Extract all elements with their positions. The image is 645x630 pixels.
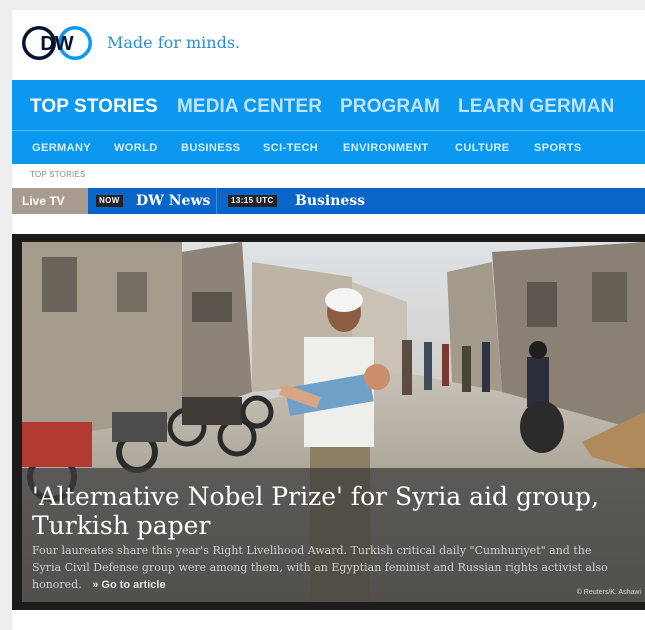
hero-teaser: Four laureates share this year's Right L… [32,542,612,594]
now-channel-link[interactable]: DW News [136,193,210,209]
next-time-badge: 13:15 UTC [228,195,277,207]
subnav-sports[interactable]: SPORTS [534,142,582,154]
subnav-germany[interactable]: GERMANY [32,142,91,154]
photo-credit: © Reuters/K. Ashawi [576,589,641,596]
breadcrumb[interactable]: TOP STORIES [30,170,86,179]
nav-program[interactable]: PROGRAM [340,96,440,118]
live-bar-divider [216,188,217,214]
dw-logo[interactable]: DW [22,22,94,64]
page: DW Made for minds. TOP STORIES MEDIA CEN… [12,10,645,630]
subnav-business[interactable]: BUSINESS [181,142,240,154]
go-to-article-link[interactable]: » Go to article [92,579,165,591]
main-nav: TOP STORIES MEDIA CENTER PROGRAM LEARN G… [12,80,645,130]
live-tv-button[interactable]: Live TV [12,188,88,214]
hero-headline[interactable]: 'Alternative Nobel Prize' for Syria aid … [32,482,632,540]
subnav-sci-tech[interactable]: SCI-TECH [263,142,318,154]
subnav-world[interactable]: WORLD [114,142,158,154]
logo-text: DW [40,33,73,55]
now-badge: NOW [96,195,123,207]
nav-learn-german[interactable]: LEARN GERMAN [458,96,614,118]
hero-story[interactable]: 'Alternative Nobel Prize' for Syria aid … [12,234,645,610]
sub-nav: GERMANY WORLD BUSINESS SCI-TECH ENVIRONM… [12,130,645,164]
site-header: DW Made for minds. [12,10,645,78]
live-bar: Live TV NOW DW News 13:15 UTC Business [12,188,645,214]
nav-media-center[interactable]: MEDIA CENTER [177,96,322,118]
nav-top-stories[interactable]: TOP STORIES [30,96,158,118]
subnav-culture[interactable]: CULTURE [455,142,510,154]
subnav-environment[interactable]: ENVIRONMENT [343,142,429,154]
tagline: Made for minds. [107,33,241,52]
next-channel-link[interactable]: Business [295,193,365,209]
